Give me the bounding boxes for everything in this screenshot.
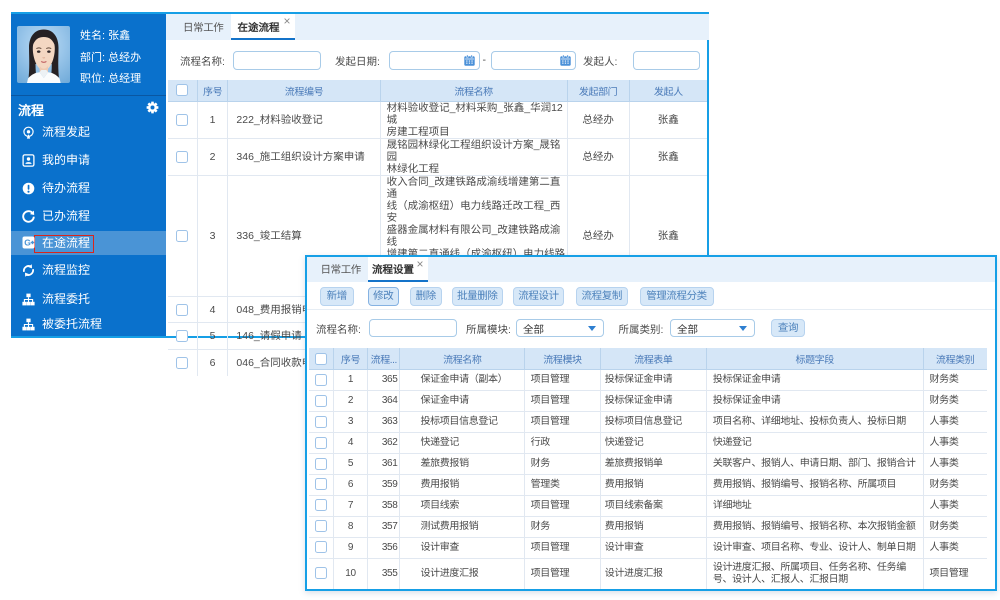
svg-text:G: G xyxy=(24,238,31,248)
